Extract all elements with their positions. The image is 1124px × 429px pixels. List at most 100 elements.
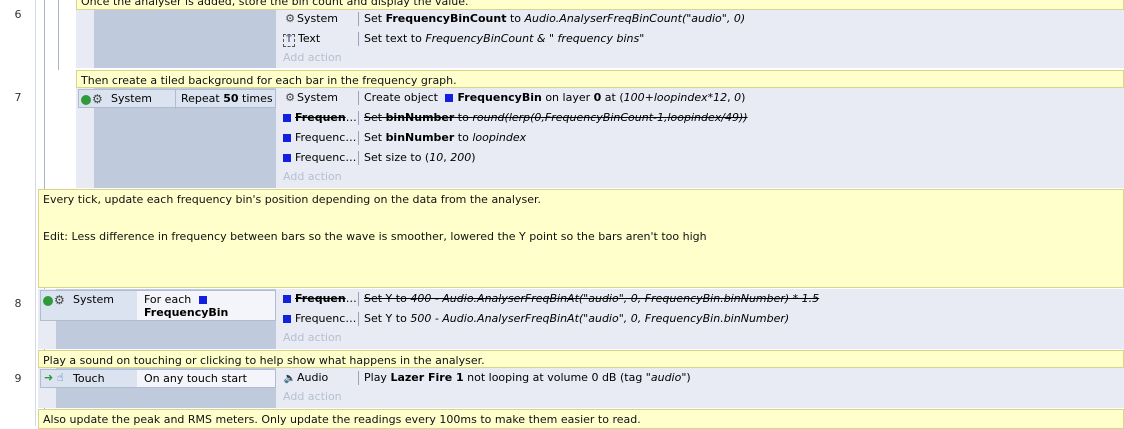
row-number-6: 6: [14, 8, 22, 21]
action-text-part: not looping at volume 0 dB (tag: [463, 371, 646, 384]
action-object-name: System: [297, 12, 339, 25]
action-text-part: Set text to: [364, 32, 426, 45]
action-object-name: Text: [298, 32, 321, 45]
action-text-part: Set: [364, 131, 386, 144]
action-text-part: Play: [364, 371, 391, 384]
condition-object: System: [111, 92, 153, 105]
action-object-name: System: [297, 91, 339, 104]
action-row[interactable]: FrequencyBin Set binNumber to round(lerp(…: [280, 108, 1124, 128]
action-object: FrequencyBin: [280, 148, 359, 168]
divider: [358, 292, 359, 306]
action-text-part: Set size to (: [364, 151, 430, 164]
action-row[interactable]: ⚙ System Create object FrequencyBin on lay…: [280, 88, 1124, 108]
action-text-part: Lazer Fire 1: [390, 371, 464, 384]
divider: [175, 90, 176, 109]
add-action-link[interactable]: Add action: [280, 168, 1124, 186]
action-row[interactable]: FrequencyBin Set Y to 400 - Audio.Analyse…: [280, 289, 1124, 309]
action-text-part: to: [506, 12, 525, 25]
row-number-8: 8: [14, 297, 22, 310]
action-text-part: loopindex: [472, 131, 527, 144]
add-action-link[interactable]: Add action: [280, 329, 1124, 347]
condition-touch[interactable]: ➜ ☝ Touch On any touch start: [40, 369, 276, 388]
action-row[interactable]: T Text Set text to FrequencyBinCount & " f…: [280, 29, 1124, 49]
action-text: Create object FrequencyBin on layer 0 at…: [364, 88, 745, 108]
condition-text: On any touch start: [144, 372, 247, 385]
event-6-conditions[interactable]: [94, 10, 276, 68]
action-text: Set binNumber to round(lerp(0,FrequencyB…: [364, 108, 748, 128]
action-row[interactable]: FrequencyBin Set Y to 500 - Audio.Analyse…: [280, 309, 1124, 329]
add-action-link[interactable]: Add action: [280, 49, 1124, 67]
condition-for-each[interactable]: ⚙ System For each FrequencyBin: [40, 290, 276, 321]
action-text: Set Y to 400 - Audio.AnalyserFreqBinAt("…: [364, 289, 819, 309]
comment-text: Once the analyser is added, store the bi…: [81, 0, 469, 8]
frequencybin-icon: [283, 134, 291, 142]
action-text-part: to: [454, 111, 473, 124]
action-object: FrequencyBin: [280, 128, 359, 148]
action-object-name: FrequencyBin: [295, 111, 359, 124]
action-text-part: on layer: [541, 91, 594, 104]
action-row[interactable]: FrequencyBin Set binNumber to loopindex: [280, 128, 1124, 148]
action-text-part: FrequencyBinCount & " frequency bins": [425, 32, 645, 45]
add-action-link[interactable]: Add action: [280, 388, 1124, 406]
action-text-part: 200: [450, 151, 472, 164]
comment-text: Play a sound on touching or clicking to …: [43, 354, 485, 367]
action-object-name: FrequencyBin: [295, 312, 359, 325]
audio-icon: 🔈: [283, 373, 297, 384]
comment-text: Also update the peak and RMS meters. Onl…: [43, 413, 641, 426]
action-object: ⚙ System: [280, 9, 359, 29]
divider: [358, 312, 359, 326]
action-text-part: Set Y to: [364, 312, 411, 325]
action-object: 🔈Audio: [280, 368, 359, 388]
action-object: FrequencyBin: [280, 289, 359, 309]
condition-object: Touch: [73, 372, 105, 385]
action-text-part: Audio.AnalyserFreqBinCount("audio", 0): [524, 12, 746, 25]
event-7-actions: ⚙ System Create object FrequencyBin on lay…: [280, 88, 1124, 186]
action-object: FrequencyBin: [280, 309, 359, 329]
divider: [358, 32, 359, 46]
object-square-icon: [445, 94, 454, 102]
comment-text: Then create a tiled background for each …: [81, 74, 457, 87]
gear-icon: ⚙: [285, 12, 295, 25]
action-object: ⚙ System: [280, 88, 359, 108]
action-text-part: round(lerp(0,FrequencyBinCount-1,loopind…: [472, 111, 748, 124]
action-text: Play Lazer Fire 1 not looping at volume …: [364, 368, 691, 388]
event-10-comment[interactable]: Also update the peak and RMS meters. Onl…: [38, 409, 1124, 429]
action-text-part: binNumber: [385, 131, 455, 144]
comment-line-2: Edit: Less difference in frequency betwe…: [43, 230, 707, 243]
action-text-part: 400 - Audio.AnalyserFreqBinAt("audio", 0…: [410, 292, 820, 305]
condition-object: System: [73, 293, 115, 306]
action-row[interactable]: ⚙ System Set FrequencyBinCount to Audio.An…: [280, 9, 1124, 29]
event-9-actions: 🔈Audio Play Lazer Fire 1 not looping at v…: [280, 368, 1124, 406]
condition-text: For each FrequencyBin: [144, 293, 229, 319]
action-text-part: ): [686, 371, 691, 384]
frequencybin-icon: [283, 315, 291, 323]
action-row[interactable]: FrequencyBin Set size to (10, 200): [280, 148, 1124, 168]
event-9-comment[interactable]: Play a sound on touching or clicking to …: [38, 350, 1124, 368]
action-text-part: FrequencyBin: [457, 91, 542, 104]
gear-icon: ⚙: [285, 91, 295, 104]
action-text-part: 500 - Audio.AnalyserFreqBinAt("audio", 0…: [410, 312, 790, 325]
divider: [358, 151, 359, 165]
action-text: Set binNumber to loopindex: [364, 128, 526, 148]
row-number-gutter: [0, 0, 36, 426]
event-8-comment[interactable]: Every tick, update each frequency bin's …: [38, 189, 1124, 288]
action-text-part: 100+loopindex*12: [623, 91, 728, 104]
event-7-comment[interactable]: Then create a tiled background for each …: [76, 70, 1124, 88]
action-text: Set size to (10, 200): [364, 148, 476, 168]
action-text: Set text to FrequencyBinCount & " freque…: [364, 29, 644, 49]
action-object: T Text: [280, 29, 359, 49]
condition-repeat[interactable]: ⚙ System Repeat 50 times: [78, 89, 276, 109]
action-text-part: ): [741, 91, 746, 104]
action-row[interactable]: 🔈Audio Play Lazer Fire 1 not looping at v…: [280, 368, 1124, 388]
action-text-part: FrequencyBinCount: [385, 12, 507, 25]
comment-line-1: Every tick, update each frequency bin's …: [43, 193, 541, 206]
divider: [358, 111, 359, 125]
touch-icon: ☝: [57, 371, 64, 384]
row-number-7: 7: [14, 91, 22, 104]
frequencybin-icon: [283, 114, 291, 122]
tree-line: [58, 0, 59, 70]
divider: [358, 91, 359, 105]
action-text-part: binNumber: [385, 111, 455, 124]
action-text-part: at (: [601, 91, 624, 104]
action-text-part: "audio": [645, 371, 687, 384]
